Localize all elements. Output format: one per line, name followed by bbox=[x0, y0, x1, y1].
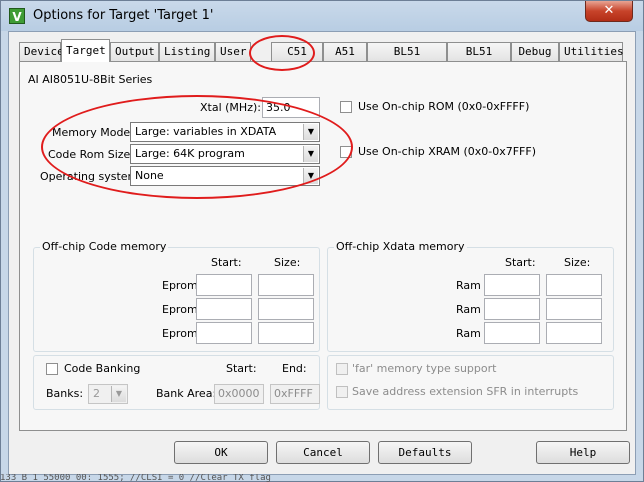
ram-label-1: Ram bbox=[456, 279, 481, 292]
xtal-input[interactable]: 35.0 bbox=[262, 97, 320, 118]
banks-label: Banks: bbox=[46, 387, 84, 400]
eprom-label-3: Eprom bbox=[162, 327, 198, 340]
ram-start-input-2[interactable] bbox=[484, 298, 540, 320]
ok-button[interactable]: OK bbox=[174, 441, 268, 464]
save-sfr-label: Save address extension SFR in interrupts bbox=[352, 385, 579, 398]
save-sfr-checkbox[interactable] bbox=[336, 386, 348, 398]
bank-area-end-input[interactable]: 0xFFFF bbox=[270, 384, 320, 404]
onchip-rom-label: Use On-chip ROM (0x0-0xFFFF) bbox=[358, 100, 530, 113]
tab-user[interactable]: User bbox=[215, 42, 251, 61]
memory-model-value: Large: variables in XDATA bbox=[135, 125, 277, 138]
help-button[interactable]: Help bbox=[536, 441, 630, 464]
background-code-editor-line: 133 B 1 55000 00: 1555; //CLSI = 0 //Cle… bbox=[0, 474, 271, 482]
offchip-code-memory-group: Off-chip Code memory Start: Size: Eprom … bbox=[33, 240, 320, 352]
chevron-down-icon: ▼ bbox=[303, 168, 318, 184]
code-banking-group: Code Banking Start: End: Banks: 2 ▼ Bank… bbox=[33, 355, 320, 410]
ram-start-input-1[interactable] bbox=[484, 274, 540, 296]
onchip-rom-checkbox[interactable] bbox=[340, 101, 352, 113]
cancel-button[interactable]: Cancel bbox=[276, 441, 370, 464]
device-name-label: AI AI8051U-8Bit Series bbox=[28, 73, 153, 86]
tab-bl51-locate[interactable]: BL51 Locate bbox=[367, 42, 447, 75]
ram-label-3: Ram bbox=[456, 327, 481, 340]
xtal-label: Xtal (MHz): bbox=[200, 101, 261, 114]
chevron-down-icon: ▼ bbox=[303, 124, 318, 140]
onchip-xram-label: Use On-chip XRAM (0x0-0x7FFF) bbox=[358, 145, 536, 158]
tab-target[interactable]: Target bbox=[61, 39, 110, 62]
bank-end-header: End: bbox=[282, 362, 307, 375]
ram-size-input-1[interactable] bbox=[546, 274, 602, 296]
ram-label-2: Ram bbox=[456, 303, 481, 316]
eprom-size-input-3[interactable] bbox=[258, 322, 314, 344]
xdata-start-header: Start: bbox=[505, 256, 536, 269]
tab-a51[interactable]: A51 bbox=[323, 42, 367, 61]
offchip-xdata-memory-group: Off-chip Xdata memory Start: Size: Ram R… bbox=[327, 240, 614, 352]
chevron-down-icon: ▼ bbox=[111, 386, 126, 402]
banks-select[interactable]: 2 ▼ bbox=[88, 384, 128, 404]
dialog-client-area: Device Target Output Listing User C51 A5… bbox=[8, 31, 636, 475]
tab-c51[interactable]: C51 bbox=[271, 42, 323, 61]
eprom-start-input-1[interactable] bbox=[196, 274, 252, 296]
onchip-xram-checkbox[interactable] bbox=[340, 146, 352, 158]
operating-system-select[interactable]: None ▼ bbox=[130, 166, 320, 186]
close-button[interactable]: ✕ bbox=[585, 1, 633, 22]
code-banking-label: Code Banking bbox=[64, 362, 141, 375]
eprom-size-input-1[interactable] bbox=[258, 274, 314, 296]
memory-model-label: Memory Model: bbox=[52, 126, 137, 139]
offchip-xdata-memory-title: Off-chip Xdata memory bbox=[334, 240, 467, 253]
tab-utilities[interactable]: Utilities bbox=[559, 42, 624, 61]
far-memory-checkbox[interactable] bbox=[336, 363, 348, 375]
far-memory-label: 'far' memory type support bbox=[352, 362, 497, 375]
target-tab-panel: AI AI8051U-8Bit Series Xtal (MHz): 35.0 … bbox=[19, 61, 627, 431]
eprom-start-input-3[interactable] bbox=[196, 322, 252, 344]
code-start-header: Start: bbox=[211, 256, 242, 269]
ram-start-input-3[interactable] bbox=[484, 322, 540, 344]
options-dialog: V Options for Target 'Target 1' ✕ Device… bbox=[0, 0, 644, 482]
window-title: Options for Target 'Target 1' bbox=[33, 8, 214, 23]
tab-device[interactable]: Device bbox=[19, 42, 64, 61]
memory-model-select[interactable]: Large: variables in XDATA ▼ bbox=[130, 122, 320, 142]
code-rom-size-select[interactable]: Large: 64K program ▼ bbox=[130, 144, 320, 164]
offchip-code-memory-title: Off-chip Code memory bbox=[40, 240, 169, 253]
eprom-label-2: Eprom bbox=[162, 303, 198, 316]
tab-output[interactable]: Output bbox=[110, 42, 159, 61]
eprom-size-input-2[interactable] bbox=[258, 298, 314, 320]
tab-bl51-misc[interactable]: BL51 Misc bbox=[447, 42, 511, 75]
banks-value: 2 bbox=[93, 387, 100, 400]
eprom-start-input-2[interactable] bbox=[196, 298, 252, 320]
ram-size-input-2[interactable] bbox=[546, 298, 602, 320]
defaults-button[interactable]: Defaults bbox=[378, 441, 472, 464]
operating-system-value: None bbox=[135, 169, 164, 182]
code-rom-size-value: Large: 64K program bbox=[135, 147, 245, 160]
bank-area-label: Bank Area: bbox=[156, 387, 217, 400]
code-rom-size-label: Code Rom Size: bbox=[48, 148, 135, 161]
code-banking-checkbox[interactable] bbox=[46, 363, 58, 375]
chevron-down-icon: ▼ bbox=[303, 146, 318, 162]
xdata-size-header: Size: bbox=[564, 256, 591, 269]
tab-debug[interactable]: Debug bbox=[511, 42, 559, 61]
keil-app-icon: V bbox=[9, 8, 25, 24]
eprom-label-1: Eprom bbox=[162, 279, 198, 292]
ram-size-input-3[interactable] bbox=[546, 322, 602, 344]
operating-system-label: Operating system: bbox=[40, 170, 142, 183]
bank-area-start-input[interactable]: 0x0000 bbox=[214, 384, 264, 404]
code-size-header: Size: bbox=[274, 256, 301, 269]
title-bar[interactable]: V Options for Target 'Target 1' ✕ bbox=[1, 1, 643, 31]
memory-options-group: 'far' memory type support Save address e… bbox=[327, 355, 614, 410]
bank-start-header: Start: bbox=[226, 362, 257, 375]
tab-listing[interactable]: Listing bbox=[159, 42, 215, 61]
